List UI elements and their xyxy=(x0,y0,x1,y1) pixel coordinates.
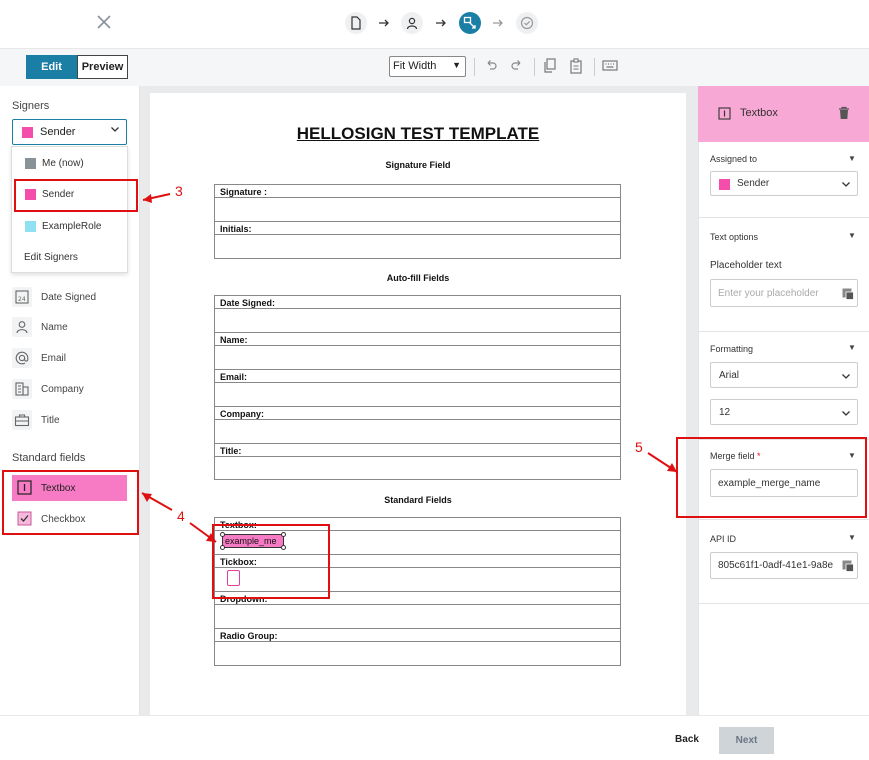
annotation-label-3: 3 xyxy=(175,183,183,199)
annotation-label-5: 5 xyxy=(635,439,643,455)
annotation-label-4: 4 xyxy=(177,508,185,524)
annotation-arrows xyxy=(141,193,678,543)
